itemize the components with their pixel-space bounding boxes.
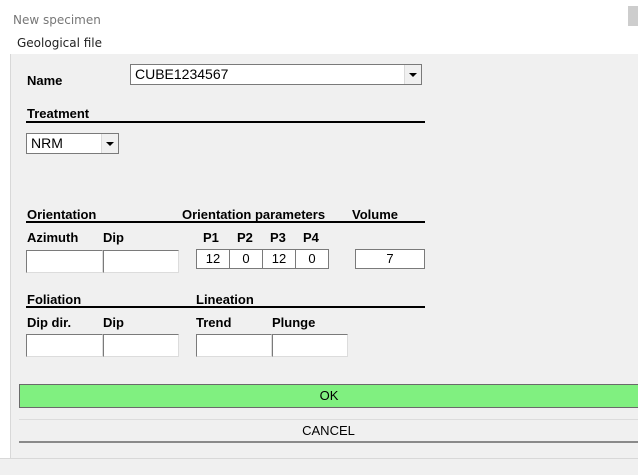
foliation-divider [26, 306, 425, 308]
dip-direction-label: Dip dir. [27, 315, 72, 330]
orientation-label: Orientation [27, 207, 97, 222]
orientation-parameters-label: Orientation parameters [182, 207, 326, 222]
p3-label: P3 [270, 230, 286, 245]
dip-direction-input[interactable] [26, 334, 103, 357]
chevron-down-icon [106, 141, 114, 146]
ok-button[interactable]: OK [19, 384, 638, 408]
dip-label: Dip [103, 230, 124, 245]
status-bar [0, 458, 638, 475]
p2-input[interactable]: 0 [229, 249, 263, 269]
treatment-combobox[interactable]: NRM [26, 133, 119, 154]
foliation-dip-input[interactable] [103, 334, 179, 357]
p1-label: P1 [203, 230, 219, 245]
window-title: New specimen [13, 13, 101, 27]
panel-border [10, 54, 11, 458]
azimuth-label: Azimuth [27, 230, 79, 245]
p3-input[interactable]: 12 [262, 249, 296, 269]
trend-label: Trend [196, 315, 232, 330]
menu-item-geological-file[interactable]: Geological file [17, 36, 102, 50]
treatment-combobox-value: NRM [31, 135, 63, 151]
p4-input[interactable]: 0 [295, 249, 329, 269]
foliation-dip-label: Dip [103, 315, 124, 330]
volume-label: Volume [352, 207, 398, 222]
name-combobox-value: CUBE1234567 [135, 66, 229, 82]
volume-input[interactable]: 7 [355, 249, 425, 269]
p1-input[interactable]: 12 [196, 249, 230, 269]
p4-label: P4 [303, 230, 319, 245]
chevron-down-icon [409, 72, 417, 77]
p2-label: P2 [237, 230, 253, 245]
orientation-divider [26, 221, 425, 223]
foliation-label: Foliation [27, 292, 82, 307]
treatment-dropdown-button[interactable] [101, 134, 118, 153]
lineation-label: Lineation [196, 292, 254, 307]
plunge-label: Plunge [272, 315, 316, 330]
treatment-label: Treatment [27, 106, 90, 121]
name-dropdown-button[interactable] [404, 65, 421, 84]
name-label: Name [27, 73, 63, 88]
trend-input[interactable] [196, 334, 272, 357]
name-combobox[interactable]: CUBE1234567 [130, 64, 422, 85]
cancel-button[interactable]: CANCEL [19, 419, 638, 443]
scrollbar-thumb[interactable] [628, 6, 638, 26]
plunge-input[interactable] [272, 334, 348, 357]
treatment-divider [26, 121, 425, 123]
dip-input[interactable] [103, 250, 179, 273]
azimuth-input[interactable] [26, 250, 103, 273]
